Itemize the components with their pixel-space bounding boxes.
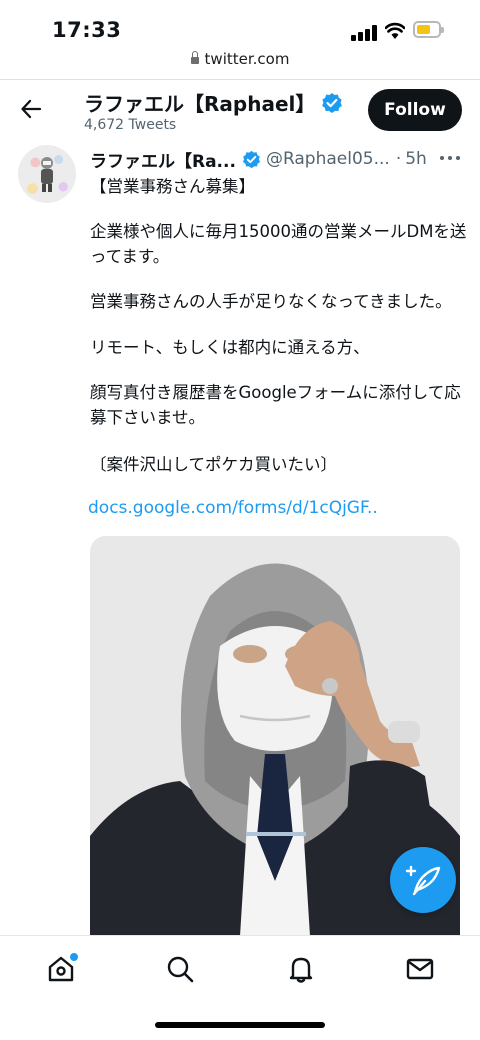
tweet-text-line: 募下さいませ。 xyxy=(90,408,206,427)
url-text: twitter.com xyxy=(204,50,290,68)
lock-icon xyxy=(190,51,199,64)
follow-button[interactable]: Follow xyxy=(368,89,462,131)
nav-notifications[interactable] xyxy=(286,954,316,984)
wifi-icon xyxy=(385,22,405,39)
verified-badge-icon xyxy=(322,92,343,113)
tweet-text-line: リモート、もしくは都内に通える方、 xyxy=(90,338,370,357)
tweet-text-line: 営業事務さんの人手が足りなくなってきました。 xyxy=(90,292,452,311)
tweet-time[interactable]: 5h xyxy=(405,149,427,169)
notification-dot xyxy=(68,951,80,963)
notifications-bell-icon xyxy=(289,957,313,983)
avatar-figure xyxy=(41,157,53,192)
tweet-text-line: 【営業事務さん募集】 xyxy=(90,177,255,196)
profile-name-text: ラファエル【Raphael】 xyxy=(84,92,316,116)
tweet-header: ラファエル【Ra... @Raphael05... · 5h xyxy=(90,147,427,172)
profile-header: ラファエル【Raphael】 4,672 Tweets Follow xyxy=(0,80,480,140)
more-icon[interactable] xyxy=(440,156,460,162)
compose-tweet-button[interactable] xyxy=(390,847,456,913)
tweet-link[interactable]: docs.google.com/forms/d/1cQjGF.. xyxy=(88,498,378,518)
profile-name: ラファエル【Raphael】 xyxy=(84,88,343,117)
tweet-text-line: ってます。 xyxy=(90,247,170,266)
tweet-count: 4,672 Tweets xyxy=(84,117,177,133)
url-bar[interactable]: twitter.com xyxy=(0,50,480,68)
status-time: 17:33 xyxy=(52,18,122,42)
battery-icon xyxy=(413,21,444,38)
tweet-text-line: 顔写真付き履歴書をGoogleフォームに添付して応 xyxy=(90,383,461,402)
nav-home[interactable] xyxy=(46,951,80,984)
back-arrow-icon[interactable] xyxy=(20,99,42,119)
search-icon xyxy=(167,956,194,983)
compose-tweet-icon xyxy=(405,865,441,896)
tweet-handle[interactable]: @Raphael05... xyxy=(266,149,390,169)
tweet-text-line: 企業様や個人に毎月15000通の営業メールDMを送 xyxy=(90,222,467,241)
status-bar: 17:33 twitter.com xyxy=(0,0,480,80)
tweet-separator: · xyxy=(395,149,402,169)
avatar[interactable] xyxy=(18,145,76,203)
verified-badge-icon xyxy=(242,150,260,168)
nav-search[interactable] xyxy=(165,954,195,984)
home-indicator xyxy=(155,1022,325,1028)
tweet-author-name[interactable]: ラファエル【Ra... xyxy=(90,147,236,172)
nav-messages[interactable] xyxy=(405,954,435,984)
cellular-signal-icon xyxy=(351,25,377,41)
tweet-text-line: 〔案件沢山してポケカ買いたい〕 xyxy=(90,455,338,474)
messages-envelope-icon xyxy=(406,958,434,980)
bottom-navigation xyxy=(0,935,480,1040)
